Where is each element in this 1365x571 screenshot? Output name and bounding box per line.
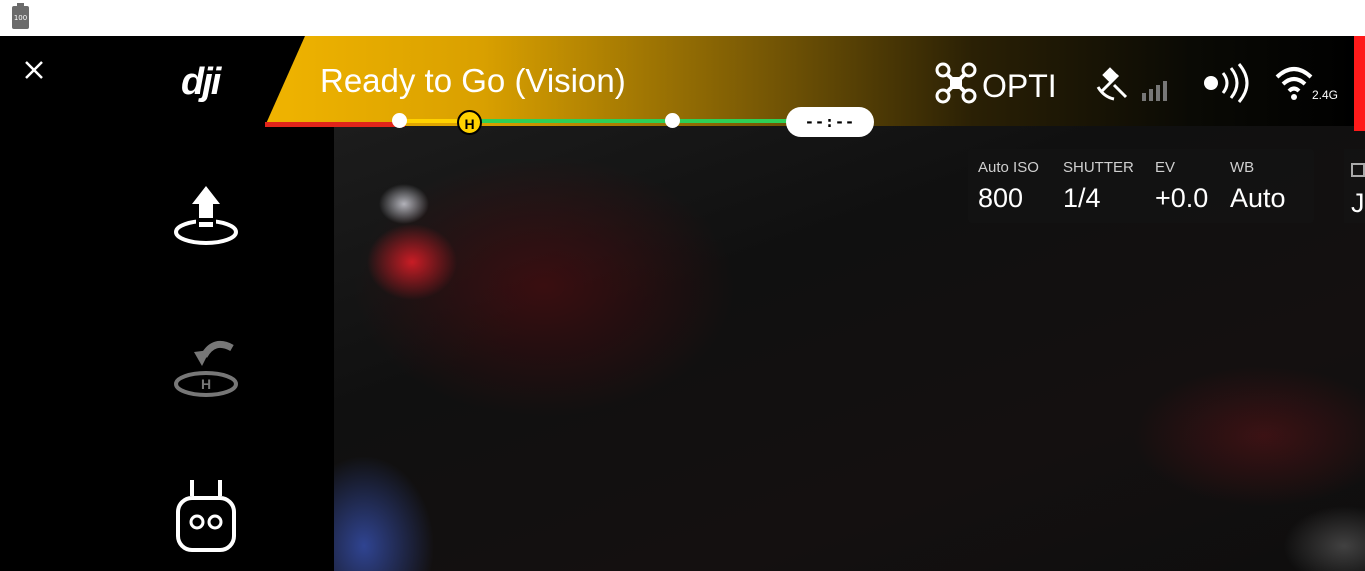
camera-exposure-panel[interactable]: Auto ISO 800 SHUTTER 1/4 EV +0.0 WB Auto [968, 149, 1314, 223]
battery-critical-segment [265, 122, 405, 127]
wb-value: Auto [1230, 183, 1286, 213]
drone-icon [935, 62, 977, 104]
gps-status[interactable] [1092, 58, 1180, 108]
shutter-value: 1/4 [1063, 183, 1101, 213]
dji-go-app: dji Ready to Go (Vision) H --:-- OPTI 2.… [0, 36, 1365, 571]
ev-label: EV [1155, 159, 1176, 176]
battery-track-threshold-dot [665, 113, 680, 128]
battery-track-start-dot [392, 113, 407, 128]
battery-icon: 100 [12, 3, 29, 29]
battery-level: 100 [13, 14, 28, 22]
remote-controller-button[interactable] [172, 476, 240, 556]
rc-signal-status[interactable] [1201, 58, 1251, 108]
alert-edge-indicator [1354, 36, 1365, 131]
format-value-partial: J [1351, 188, 1365, 218]
dji-logo: dji [181, 61, 221, 103]
wifi-icon [1275, 67, 1313, 100]
iso-value: 800 [978, 183, 1024, 213]
return-home-icon: H [174, 340, 238, 397]
battery-track-ok [470, 119, 820, 123]
close-button[interactable] [22, 58, 46, 82]
aircraft-mode-button[interactable] [934, 58, 978, 108]
aircraft-status-title[interactable]: Ready to Go (Vision) [320, 61, 626, 101]
signal-broadcast-icon [1204, 63, 1249, 103]
auto-takeoff-button[interactable] [172, 182, 240, 248]
system-status-bar: 100 [0, 0, 1365, 36]
return-to-home-button[interactable]: H [172, 334, 240, 400]
takeoff-icon [174, 186, 238, 245]
shutter-label: SHUTTER [1063, 159, 1134, 176]
flight-time-remaining: --:-- [786, 107, 874, 137]
remote-controller-icon [176, 480, 236, 552]
close-icon [25, 61, 43, 79]
svg-text:H: H [201, 376, 211, 392]
format-icon [1351, 163, 1365, 177]
ev-value: +0.0 [1155, 183, 1209, 213]
photo-format-setting[interactable]: J [1344, 149, 1365, 223]
wb-label: WB [1230, 159, 1255, 176]
iso-label: Auto ISO [978, 159, 1039, 176]
flight-mode-label[interactable]: OPTI [982, 66, 1057, 106]
satellite-icon [1096, 67, 1167, 101]
video-link-status[interactable] [1274, 58, 1314, 108]
home-point-marker: H [457, 110, 482, 135]
wifi-band-label: 2.4G [1312, 88, 1339, 102]
